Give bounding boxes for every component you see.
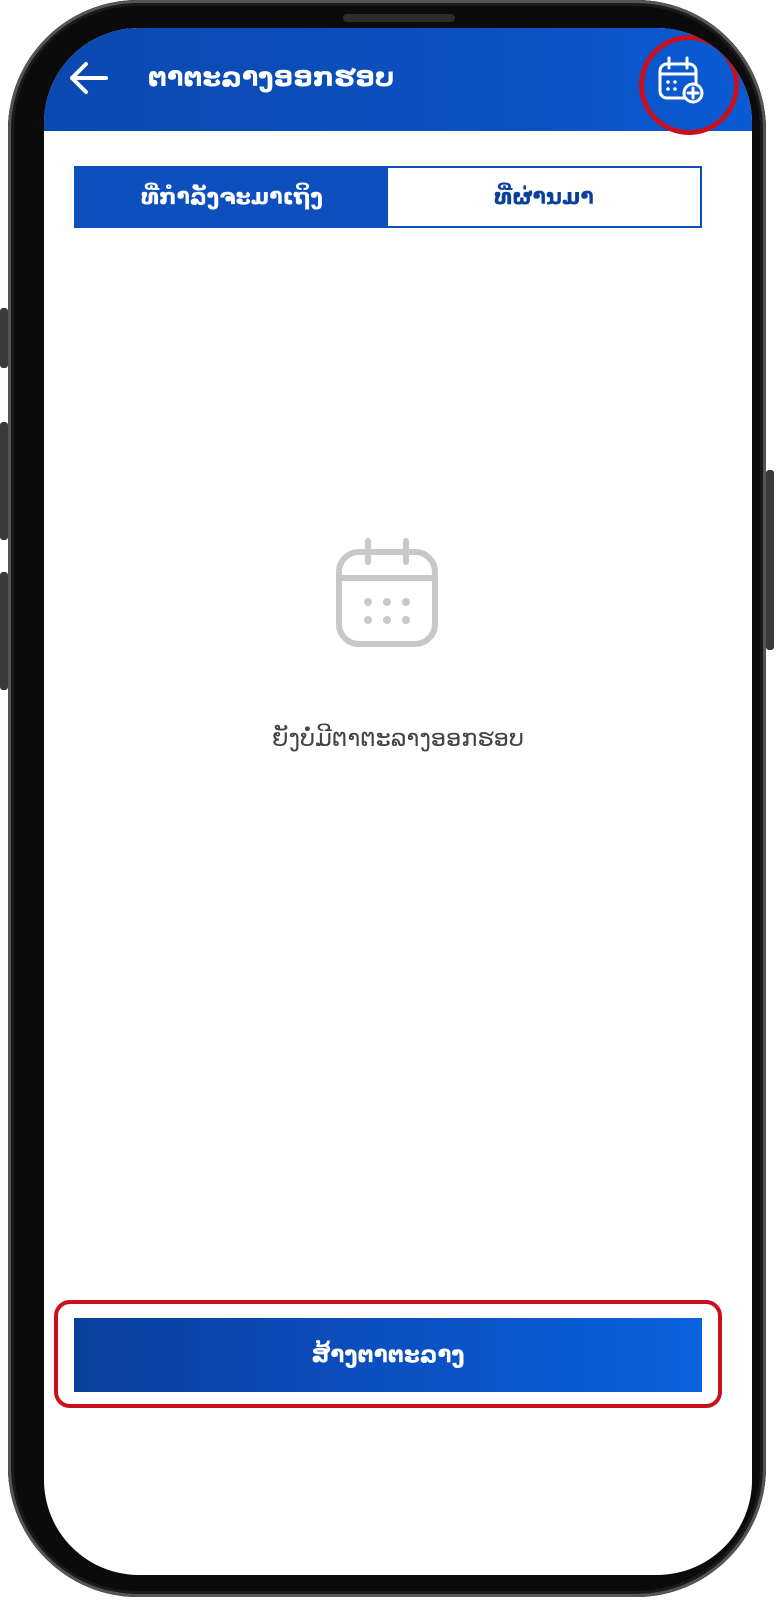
phone-side-button — [0, 422, 8, 540]
tab-past[interactable]: ທີ່ຜ່ານມາ — [388, 168, 700, 226]
arrow-left-icon — [70, 62, 108, 94]
add-schedule-button[interactable] — [652, 52, 708, 108]
empty-state-message: ຍັງບໍ່ມີຕາຕະລາງອອກຮອບ — [272, 724, 524, 752]
tab-upcoming[interactable]: ທີ່ກຳລັງຈະມາເຖິງ — [76, 168, 388, 226]
phone-side-button — [766, 470, 774, 650]
phone-side-button — [0, 308, 8, 368]
back-button[interactable] — [64, 56, 112, 100]
phone-frame: ຕາຕະລາງອອກຮອບ ທີ່ກຳລັງຈະມາເຖິງ ທີ່ຜ່ານມາ… — [8, 0, 766, 1597]
phone-speaker — [343, 14, 455, 22]
tab-bar: ທີ່ກຳລັງຈະມາເຖິງ ທີ່ຜ່ານມາ — [74, 166, 702, 228]
calendar-add-icon — [658, 56, 704, 104]
calendar-icon — [336, 538, 438, 647]
create-schedule-button[interactable]: ສ້າງຕາຕະລາງ — [74, 1318, 702, 1392]
app-bar: ຕາຕະລາງອອກຮອບ — [44, 28, 752, 131]
stage: ຕາຕະລາງອອກຮອບ ທີ່ກຳລັງຈະມາເຖິງ ທີ່ຜ່ານມາ… — [0, 0, 777, 1600]
empty-state-icon-wrap — [334, 538, 440, 650]
screen: ຕາຕະລາງອອກຮອບ ທີ່ກຳລັງຈະມາເຖິງ ທີ່ຜ່ານມາ… — [44, 28, 752, 1575]
phone-side-button — [0, 572, 8, 690]
page-title: ຕາຕະລາງອອກຮອບ — [148, 62, 395, 93]
